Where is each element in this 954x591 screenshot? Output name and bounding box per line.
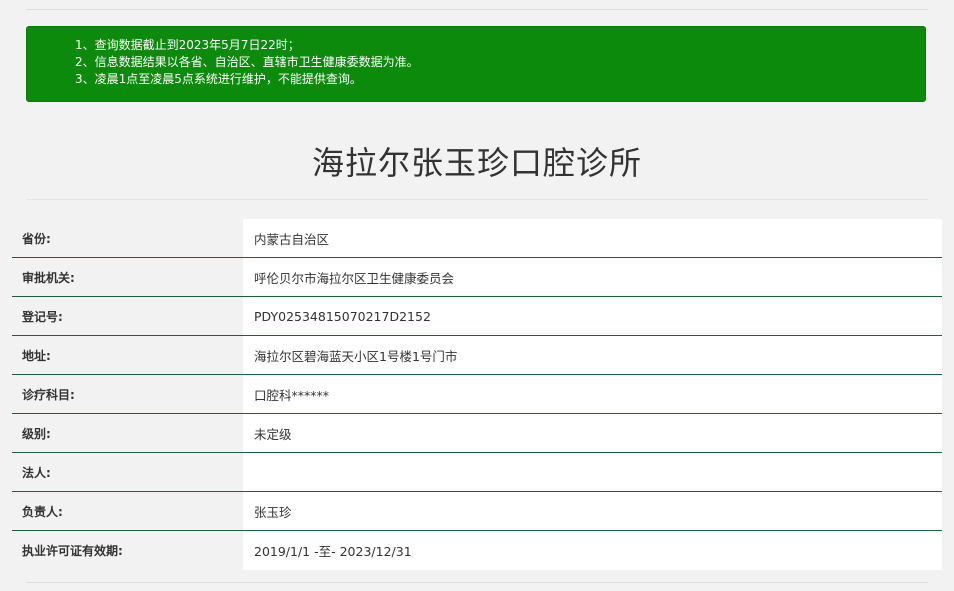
table-row-level: 级别: 未定级 (12, 414, 942, 453)
row-label: 省份: (12, 219, 243, 257)
row-label: 地址: (12, 336, 243, 374)
table-row-departments: 诊疗科目: 口腔科****** (12, 375, 942, 414)
notice-line-1: 1、查询数据截止到2023年5月7日22时； (75, 38, 300, 52)
row-value (243, 453, 942, 491)
top-divider (26, 9, 928, 10)
row-value: PDY02534815070217D2152 (243, 297, 942, 335)
row-value: 口腔科****** (243, 375, 942, 413)
row-value: 内蒙古自治区 (243, 219, 942, 257)
table-row-address: 地址: 海拉尔区碧海蓝天小区1号楼1号门市 (12, 336, 942, 375)
row-value: 呼伦贝尔市海拉尔区卫生健康委员会 (243, 258, 942, 296)
bottom-divider (26, 582, 928, 583)
row-label: 法人: (12, 453, 243, 491)
row-label: 执业许可证有效期: (12, 531, 243, 570)
row-value: 未定级 (243, 414, 942, 452)
row-label: 登记号: (12, 297, 243, 335)
row-label: 级别: (12, 414, 243, 452)
notice-banner: 1、查询数据截止到2023年5月7日22时； 2、信息数据结果以各省、自治区、直… (26, 26, 926, 102)
table-row-approval-authority: 审批机关: 呼伦贝尔市海拉尔区卫生健康委员会 (12, 258, 942, 297)
row-label: 负责人: (12, 492, 243, 530)
table-row-registration-number: 登记号: PDY02534815070217D2152 (12, 297, 942, 336)
title-divider (26, 199, 928, 200)
table-row-license-validity: 执业许可证有效期: 2019/1/1 -至- 2023/12/31 (12, 531, 942, 570)
row-value: 张玉珍 (243, 492, 942, 530)
notice-line-3: 3、凌晨1点至凌晨5点系统进行维护，不能提供查询。 (75, 72, 362, 86)
row-label: 诊疗科目: (12, 375, 243, 413)
page-title: 海拉尔张玉珍口腔诊所 (311, 144, 642, 182)
table-row-province: 省份: 内蒙古自治区 (12, 219, 942, 258)
row-value: 2019/1/1 -至- 2023/12/31 (243, 531, 942, 570)
notice-line-2: 2、信息数据结果以各省、自治区、直辖市卫生健康委数据为准。 (75, 55, 419, 69)
clinic-info-table: 省份: 内蒙古自治区 审批机关: 呼伦贝尔市海拉尔区卫生健康委员会 登记号: P… (12, 219, 942, 570)
row-label: 审批机关: (12, 258, 243, 296)
row-value: 海拉尔区碧海蓝天小区1号楼1号门市 (243, 336, 942, 374)
table-row-person-in-charge: 负责人: 张玉珍 (12, 492, 942, 531)
table-row-legal-person: 法人: (12, 453, 942, 492)
